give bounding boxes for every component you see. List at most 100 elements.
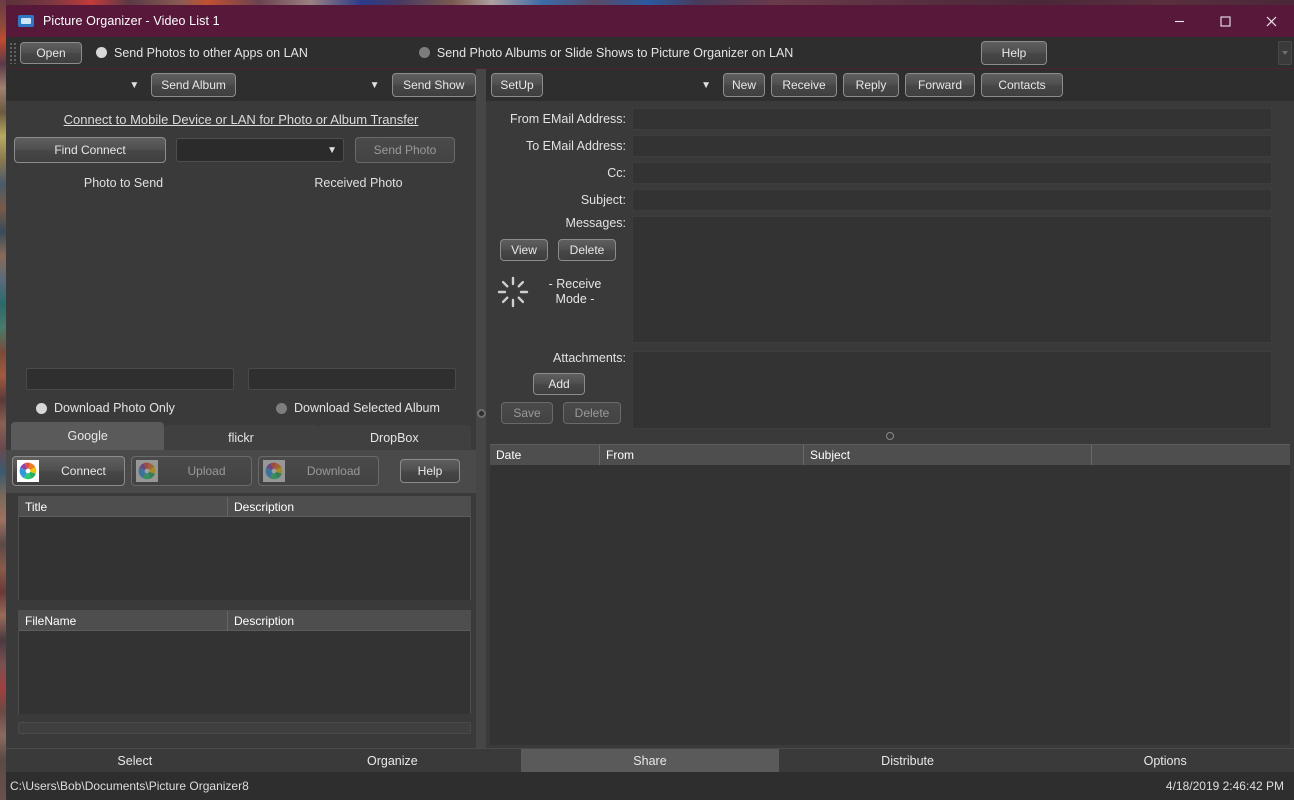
attachment-add-button[interactable]: Add [533,373,585,395]
radio-send-albums-lan[interactable]: Send Photo Albums or Slide Shows to Pict… [418,45,794,60]
radio-download-photo-only[interactable]: Download Photo Only [36,401,276,415]
album-col-title[interactable]: Title [19,497,228,517]
splitter-handle[interactable] [476,409,486,418]
email-reply-button[interactable]: Reply [843,73,899,97]
status-bar: C:\Users\Bob\Documents\Picture Organizer… [6,772,1294,800]
messages-textarea[interactable] [632,216,1272,343]
splitter-handle-dot[interactable] [886,432,894,440]
messages-block: Messages: View Delete - Receive Mode - [486,216,1294,343]
cloud-download-button[interactable]: Download [258,456,379,486]
nav-select[interactable]: Select [6,749,264,772]
attachment-save-button[interactable]: Save [501,402,553,424]
toolbar-grip[interactable] [9,41,16,64]
cc-row: Cc: [486,161,1294,185]
top-toolbar: Open Send Photos to other Apps on LAN Se… [6,37,1294,69]
loading-spinner-icon [497,276,529,308]
window-title: Picture Organizer - Video List 1 [43,14,220,28]
send-photo-button[interactable]: Send Photo [355,137,455,163]
left-panel-horizontal-scrollbar[interactable] [18,722,471,734]
radio-download-selected-album[interactable]: Download Selected Album [276,401,440,415]
mail-list-panel: Date From Subject [490,444,1290,745]
radio-send-photos-lan[interactable]: Send Photos to other Apps on LAN [96,46,308,60]
chevron-down-icon: ▼ [129,79,140,91]
tab-google[interactable]: Google [11,422,165,450]
application-window: Picture Organizer - Video List 1 Open Se… [6,5,1294,800]
received-photo-preview[interactable] [241,190,476,368]
tab-dropbox[interactable]: DropBox [317,425,471,450]
preview-labels-row: Photo to Send Received Photo [6,176,476,190]
nav-share[interactable]: Share [521,749,779,772]
close-button[interactable] [1248,5,1294,37]
cloud-help-button[interactable]: Help [400,459,460,483]
to-email-row: To EMail Address: [486,134,1294,158]
google-photos-icon [263,460,285,482]
message-view-button[interactable]: View [500,239,548,261]
attachments-left-col: Attachments: Add Save Delete [486,351,632,429]
minimize-button[interactable] [1156,5,1202,37]
nav-distribute[interactable]: Distribute [779,749,1037,772]
panel-splitter[interactable] [476,69,486,748]
nav-organize[interactable]: Organize [264,749,522,772]
album-select-combo[interactable]: ▼ [6,74,145,96]
send-album-button[interactable]: Send Album [151,73,236,97]
from-email-field[interactable] [632,108,1272,130]
attachment-actions: Save Delete [486,402,632,424]
radio-send-photos-label: Send Photos to other Apps on LAN [114,45,308,60]
email-right-panel: SetUp ▼ New Receive Reply Forward Contac… [486,69,1294,748]
attachments-list[interactable] [632,351,1272,429]
mail-col-subject[interactable]: Subject [804,445,1092,465]
window-controls [1156,5,1294,37]
nav-options[interactable]: Options [1036,749,1294,772]
to-email-field[interactable] [632,135,1272,157]
attachment-add-row: Add [486,373,632,395]
mail-col-date[interactable]: Date [490,445,600,465]
mail-list-body[interactable] [490,465,1290,745]
cc-field[interactable] [632,162,1272,184]
received-photo-caption-field[interactable] [248,368,456,390]
email-list-splitter[interactable] [486,432,1294,440]
cc-label: Cc: [607,166,626,180]
send-show-button[interactable]: Send Show [391,73,476,97]
show-select-combo[interactable]: ▼ [256,74,386,96]
album-list-body[interactable] [19,517,470,600]
open-button[interactable]: Open [20,41,82,64]
file-col-filename[interactable]: FileName [19,611,228,631]
from-email-label: From EMail Address: [509,112,626,126]
email-contacts-button[interactable]: Contacts [981,73,1063,97]
connect-transfer-link[interactable]: Connect to Mobile Device or LAN for Phot… [6,112,476,127]
toolbar-overflow-button[interactable] [1278,41,1292,65]
email-setup-button[interactable]: SetUp [491,73,543,97]
photo-folder-icon [18,13,34,29]
album-list-header: Title Description [19,497,470,517]
cloud-upload-button[interactable]: Upload [131,456,252,486]
find-connect-button[interactable]: Find Connect [14,137,166,163]
mail-col-extra[interactable] [1092,445,1290,465]
mail-col-from[interactable]: From [600,445,804,465]
attachment-delete-button[interactable]: Delete [563,402,621,424]
cloud-actions-row: Connect Upload Download Help [6,450,476,493]
photo-to-send-preview[interactable] [6,190,241,368]
title-bar: Picture Organizer - Video List 1 [6,5,1294,37]
radio-dot-unselected [276,402,287,414]
toolbar-help-button[interactable]: Help [981,41,1047,65]
chevron-down-icon: ▼ [327,144,337,156]
maximize-button[interactable] [1202,5,1248,37]
email-account-combo[interactable]: ▼ [549,74,717,96]
email-new-button[interactable]: New [723,73,765,97]
album-list-panel: Title Description [18,496,471,600]
mail-list-header: Date From Subject [490,445,1290,465]
photo-to-send-caption-field[interactable] [26,368,234,390]
subject-field[interactable] [632,189,1272,211]
email-receive-button[interactable]: Receive [771,73,837,97]
device-select-combo[interactable]: ▼ [176,138,344,162]
message-delete-button[interactable]: Delete [558,239,616,261]
tab-flickr[interactable]: flickr [164,425,318,450]
email-forward-button[interactable]: Forward [905,73,975,97]
message-actions: View Delete [486,239,632,261]
radio-send-albums-label: Send Photo Albums or Slide Shows to Pict… [436,45,794,60]
album-col-description[interactable]: Description [228,497,470,517]
file-list-body[interactable] [19,631,470,714]
cloud-connect-button[interactable]: Connect [12,456,125,486]
file-col-description[interactable]: Description [228,611,470,631]
email-form: From EMail Address: To EMail Address: Cc… [486,101,1294,212]
